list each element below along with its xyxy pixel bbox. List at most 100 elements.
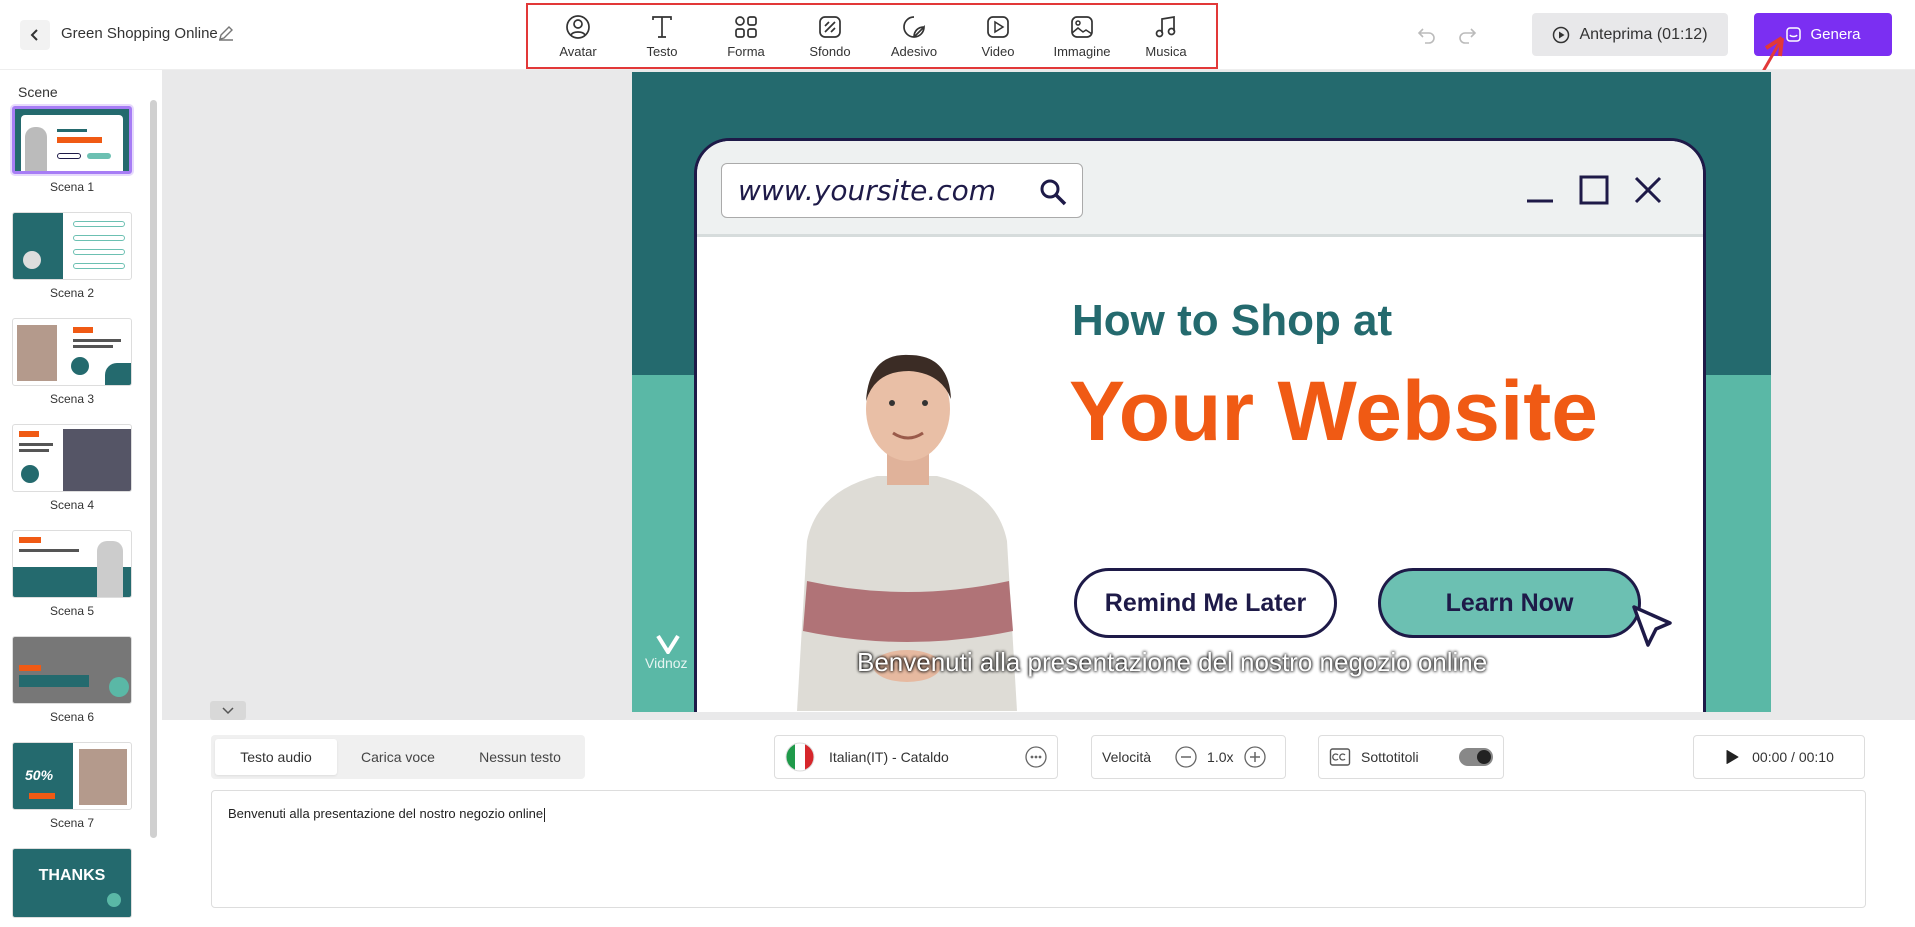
- redo-icon[interactable]: [1456, 24, 1478, 46]
- close-icon: [1634, 176, 1662, 204]
- scene-item-5[interactable]: Scena 5: [12, 530, 132, 618]
- closed-captions-icon: [1329, 748, 1351, 766]
- tool-video[interactable]: Video: [961, 14, 1035, 59]
- play-icon[interactable]: [1724, 749, 1740, 765]
- caption-subtitle: Benvenuti alla presentazione del nostro …: [857, 647, 1488, 677]
- sticker-icon: [903, 15, 925, 38]
- tool-label: Adesivo: [890, 43, 938, 59]
- music-icon: [1155, 15, 1176, 37]
- tool-label: Testo: [646, 43, 678, 59]
- slide-headline-2[interactable]: Your Website: [1069, 363, 1598, 460]
- tool-avatar[interactable]: Avatar: [541, 14, 615, 59]
- scene-label: Scena 2: [49, 286, 95, 300]
- subtitles-control: Sottotitoli: [1318, 735, 1504, 779]
- minimize-icon: [1527, 199, 1553, 203]
- scene-thumbnail: [12, 530, 132, 598]
- background-icon: [819, 15, 841, 38]
- back-button[interactable]: [20, 20, 50, 50]
- insert-toolbar: Avatar Testo Forma Sfondo Adesivo Video …: [526, 3, 1218, 69]
- chevron-down-icon: [222, 706, 234, 714]
- remind-me-later-shape[interactable]: Remind Me Later: [1074, 568, 1337, 638]
- script-textarea[interactable]: Benvenuti alla presentazione del nostro …: [211, 790, 1866, 908]
- learn-now-shape[interactable]: Learn Now: [1378, 568, 1641, 638]
- tool-sticker[interactable]: Adesivo: [877, 14, 951, 59]
- scene-label: Scena 6: [49, 710, 95, 724]
- script-panel: Testo audio Carica voce Nessun testo Ita…: [186, 720, 1893, 927]
- scene-thumbnail: [12, 636, 132, 704]
- text-caret: [544, 807, 546, 822]
- scene-item-7[interactable]: 50% Scena 7: [12, 742, 132, 830]
- tool-label: Avatar: [559, 43, 597, 59]
- tool-text[interactable]: Testo: [625, 14, 699, 59]
- tool-label: Forma: [727, 43, 765, 59]
- generate-label: Genera: [1810, 26, 1861, 43]
- scene-thumbnail: THANKS: [12, 848, 132, 918]
- sidebar-scrollbar[interactable]: [150, 100, 157, 838]
- thanks-thumbnail-text: THANKS: [38, 867, 106, 884]
- audio-player: 00:00 / 00:10: [1693, 735, 1865, 779]
- watermark: Vidnoz: [645, 655, 688, 671]
- scene-thumbnail: [12, 318, 132, 386]
- tab-testo-audio[interactable]: Testo audio: [215, 739, 337, 775]
- voice-name: Italian(IT) - Cataldo: [829, 749, 949, 765]
- plus-icon[interactable]: [1243, 746, 1266, 768]
- italy-flag-icon: [785, 742, 815, 772]
- url-text: www.yoursite.com: [738, 174, 997, 207]
- scene-thumbnail: [12, 424, 132, 492]
- tab-nessun-testo[interactable]: Nessun testo: [459, 739, 581, 775]
- scene-thumbnail: [12, 212, 132, 280]
- scene-label: Scena 4: [49, 498, 95, 512]
- scene-item-3[interactable]: Scena 3: [12, 318, 132, 406]
- shapes-icon: [735, 15, 757, 38]
- undo-icon[interactable]: [1416, 24, 1438, 46]
- minus-icon[interactable]: [1175, 746, 1197, 768]
- tool-label: Video: [981, 43, 1015, 59]
- slide-canvas[interactable]: www.yoursite.com How to Shop at Your Web…: [632, 72, 1771, 712]
- window-controls: [1525, 175, 1663, 205]
- maximize-icon: [1579, 175, 1609, 205]
- tool-label: Sfondo: [809, 43, 851, 59]
- video-icon: [987, 15, 1009, 38]
- tab-carica-voce[interactable]: Carica voce: [337, 739, 459, 775]
- scene-label: Scena 1: [49, 180, 95, 194]
- tool-background[interactable]: Sfondo: [793, 14, 867, 59]
- scene-thumbnail: 50%: [12, 742, 132, 810]
- browser-mockup: www.yoursite.com How to Shop at Your Web…: [694, 138, 1706, 712]
- image-icon: [1071, 15, 1093, 38]
- collapse-panel-button[interactable]: [210, 701, 246, 720]
- voice-selector[interactable]: Italian(IT) - Cataldo: [774, 735, 1058, 779]
- scene-label: Scena 7: [49, 816, 95, 830]
- slide-headline-1[interactable]: How to Shop at: [1072, 296, 1392, 346]
- edit-icon[interactable]: [217, 24, 235, 42]
- url-bar: www.yoursite.com: [721, 163, 1083, 218]
- project-title[interactable]: Green Shopping Online: [61, 25, 218, 42]
- speed-label: Velocità: [1102, 749, 1152, 765]
- more-options-icon[interactable]: [1025, 746, 1047, 768]
- scene-thumbnail: [12, 106, 132, 174]
- scene-item-6[interactable]: Scena 6: [12, 636, 132, 724]
- tool-label: Musica: [1145, 43, 1187, 59]
- audio-mode-tabs: Testo audio Carica voce Nessun testo: [211, 735, 585, 779]
- chevron-left-icon: [30, 29, 38, 41]
- audio-time: 00:00 / 00:10: [1752, 749, 1834, 765]
- preview-button[interactable]: Anteprima (01:12): [1532, 13, 1728, 56]
- avatar-icon: [566, 14, 590, 39]
- tool-shape[interactable]: Forma: [709, 14, 783, 59]
- speed-control: Velocità 1.0x: [1091, 735, 1286, 779]
- scene-item-8[interactable]: THANKS: [12, 848, 132, 918]
- scene-item-4[interactable]: Scena 4: [12, 424, 132, 512]
- tool-music[interactable]: Musica: [1129, 14, 1203, 59]
- subtitles-toggle[interactable]: [1459, 748, 1493, 766]
- scene-item-2[interactable]: Scena 2: [12, 212, 132, 300]
- scene-item-1[interactable]: Scena 1: [12, 106, 132, 194]
- scene-sidebar: Scene Scena 1 Scena 2 Scena 3 Scena 4 Sc…: [0, 70, 162, 927]
- scene-sidebar-title: Scene: [18, 84, 58, 100]
- search-icon: [1040, 179, 1067, 206]
- tool-image[interactable]: Immagine: [1045, 14, 1119, 59]
- pointer-cursor-icon: [1632, 605, 1672, 647]
- scene-label: Scena 3: [49, 392, 95, 406]
- speed-value: 1.0x: [1207, 749, 1234, 765]
- scene-label: Scena 5: [49, 604, 95, 618]
- text-icon: [652, 15, 672, 38]
- subtitles-label: Sottotitoli: [1361, 749, 1419, 765]
